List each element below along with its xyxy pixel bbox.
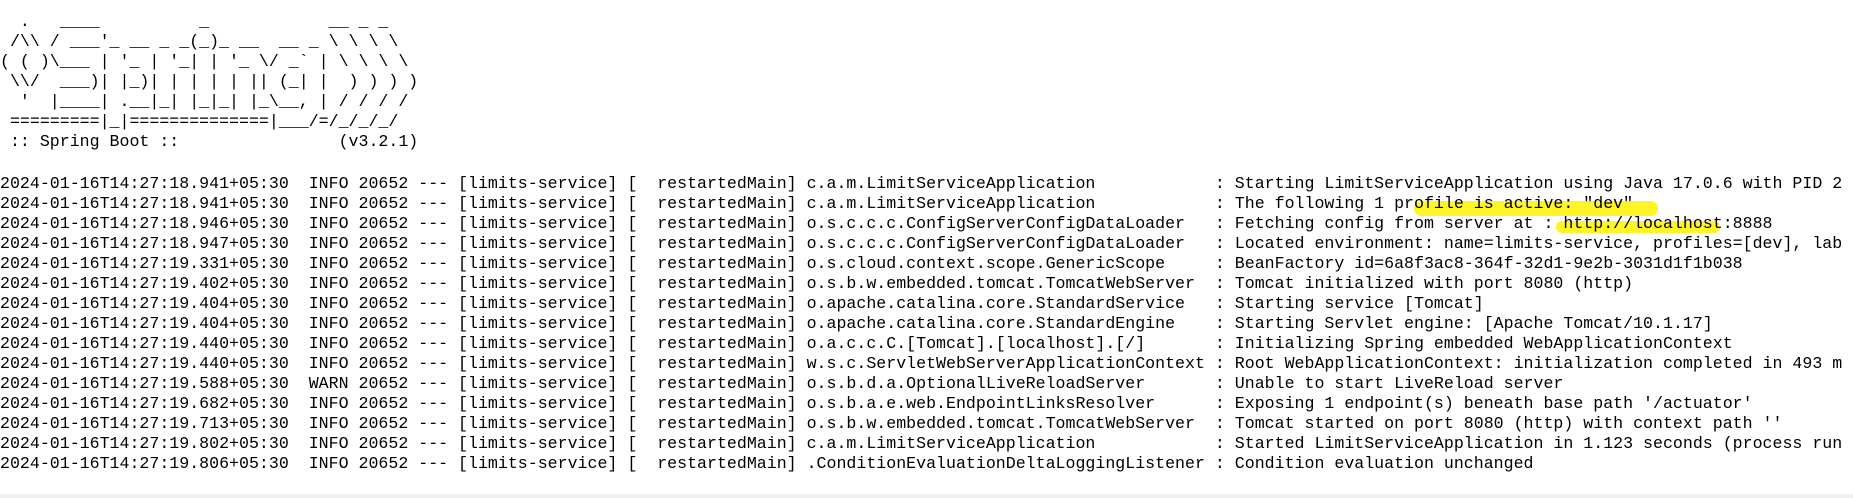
banner-line: . ____ _ __ _ _ bbox=[0, 12, 389, 31]
log-line: 2024-01-16T14:27:18.941+05:30 INFO 20652… bbox=[0, 194, 1634, 213]
log-line: 2024-01-16T14:27:19.404+05:30 INFO 20652… bbox=[0, 314, 1713, 333]
log-line-warn: 2024-01-16T14:27:19.588+05:30 WARN 20652… bbox=[0, 374, 1564, 393]
banner-line: ( ( )\___ | '_ | '_| | '_ \/ _` | \ \ \ … bbox=[0, 52, 409, 71]
log-line: 2024-01-16T14:27:19.440+05:30 INFO 20652… bbox=[0, 354, 1843, 373]
log-line: 2024-01-16T14:27:19.331+05:30 INFO 20652… bbox=[0, 254, 1743, 273]
banner-line: ' |____| .__|_| |_|_| |_\__, | / / / / bbox=[0, 92, 409, 111]
console-output: . ____ _ __ _ _ /\\ / ___'_ __ _ _(_)_ _… bbox=[0, 0, 1853, 494]
log-line: 2024-01-16T14:27:18.941+05:30 INFO 20652… bbox=[0, 174, 1843, 193]
log-line: 2024-01-16T14:27:19.806+05:30 INFO 20652… bbox=[0, 454, 1534, 473]
window-bottom-edge bbox=[0, 494, 1853, 498]
log-line: 2024-01-16T14:27:18.946+05:30 INFO 20652… bbox=[0, 214, 1773, 233]
banner-line: =========|_|==============|___/=/_/_/_/ bbox=[0, 112, 399, 131]
log-line: 2024-01-16T14:27:19.404+05:30 INFO 20652… bbox=[0, 294, 1484, 313]
log-line: 2024-01-16T14:27:19.713+05:30 INFO 20652… bbox=[0, 414, 1783, 433]
log-line: 2024-01-16T14:27:19.682+05:30 INFO 20652… bbox=[0, 394, 1753, 413]
log-line: 2024-01-16T14:27:19.802+05:30 INFO 20652… bbox=[0, 434, 1843, 453]
log-line: 2024-01-16T14:27:19.440+05:30 INFO 20652… bbox=[0, 334, 1733, 353]
banner-line: /\\ / ___'_ __ _ _(_)_ __ __ _ \ \ \ \ bbox=[0, 32, 399, 51]
log-line: 2024-01-16T14:27:18.947+05:30 INFO 20652… bbox=[0, 234, 1843, 253]
log-line: 2024-01-16T14:27:19.402+05:30 INFO 20652… bbox=[0, 274, 1634, 293]
spring-boot-version-line: :: Spring Boot :: (v3.2.1) bbox=[0, 132, 419, 151]
banner-line: \\/ ___)| |_)| | | | | || (_| | ) ) ) ) bbox=[0, 72, 419, 91]
